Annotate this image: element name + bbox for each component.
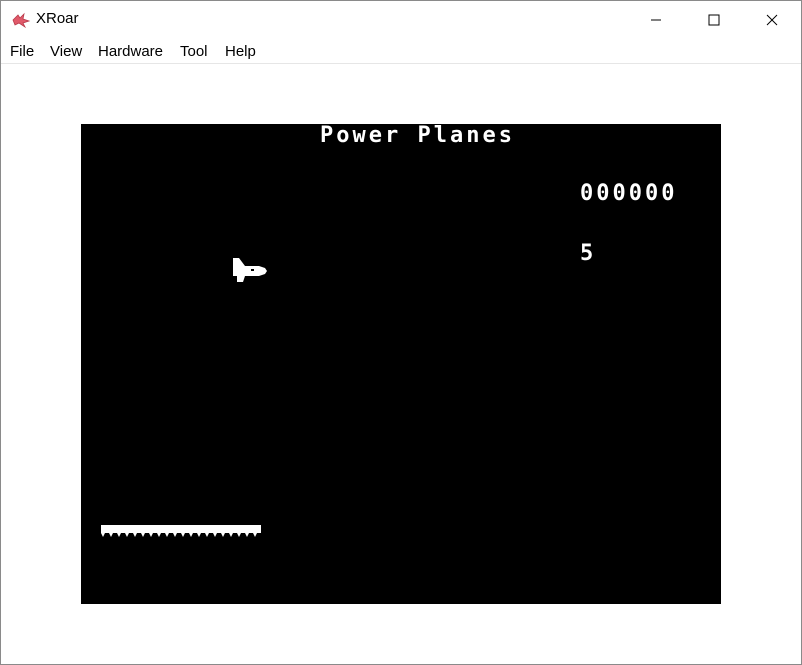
menu-bar: File View Hardware Tool Help	[1, 39, 801, 64]
maximize-button[interactable]	[685, 1, 743, 39]
runway-platform	[101, 525, 261, 537]
close-button[interactable]	[743, 1, 801, 39]
score-display: 000000	[580, 181, 678, 206]
emulator-screen[interactable]: Power Planes 000000 5	[81, 123, 721, 604]
minimize-icon	[651, 19, 661, 21]
menu-help[interactable]: Help	[225, 43, 256, 60]
lives-display: 5	[580, 241, 597, 266]
window-title: XRoar	[36, 10, 79, 27]
menu-view[interactable]: View	[50, 43, 82, 60]
game-title: Power Planes	[320, 123, 515, 148]
xroar-dragon-icon	[12, 12, 31, 29]
menu-hardware[interactable]: Hardware	[98, 43, 163, 60]
maximize-icon	[708, 14, 720, 26]
xroar-window: XRoar File View Hardware Tool Help Power…	[0, 0, 802, 665]
title-bar[interactable]: XRoar	[1, 1, 801, 39]
menu-file[interactable]: File	[10, 43, 34, 60]
minimize-button[interactable]	[627, 1, 685, 39]
player-plane-sprite	[233, 258, 267, 282]
close-icon	[766, 14, 778, 26]
menu-tool[interactable]: Tool	[180, 43, 208, 60]
